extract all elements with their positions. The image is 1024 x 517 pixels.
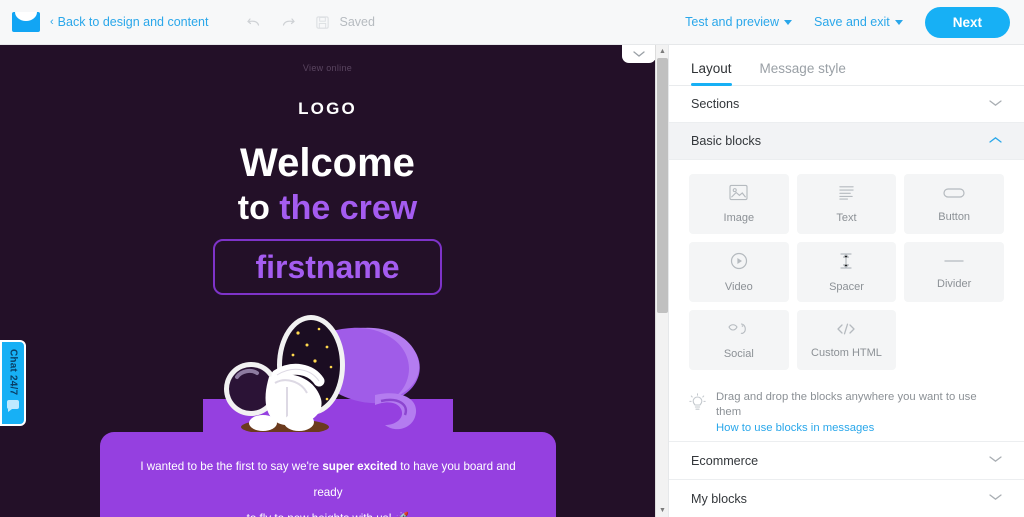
scrollbar-thumb[interactable] [657, 58, 668, 313]
vertical-spacer-icon [838, 252, 854, 275]
button-pill-icon [943, 186, 965, 205]
redo-arrow-icon[interactable] [278, 12, 298, 32]
chevron-down-icon [632, 51, 645, 57]
body-line-2: to fly to new heights with us! 🚀 [128, 506, 528, 517]
save-status-group: Saved [312, 12, 375, 32]
body-line-1-a: I wanted to be the first to say we're [140, 460, 323, 473]
email-preview-canvas[interactable]: View online LOGO Welcome to the crew fir… [0, 45, 655, 517]
accordion-basic-blocks[interactable]: Basic blocks [669, 123, 1024, 160]
tab-message-style[interactable]: Message style [760, 61, 846, 85]
email-content: View online LOGO Welcome to the crew fir… [0, 45, 655, 453]
play-circle-icon [730, 252, 748, 275]
save-status-label: Saved [339, 15, 375, 29]
collapse-panel-toggle[interactable] [621, 45, 655, 63]
accordion-my-blocks[interactable]: My blocks [669, 479, 1024, 517]
block-text-label: Text [836, 212, 857, 224]
chat-tab-label: Chat 24/7 [7, 349, 19, 396]
chevron-down-icon [894, 19, 903, 25]
code-brackets-icon [835, 322, 857, 341]
block-spacer-label: Spacer [829, 280, 864, 293]
headline-plain-part: to [237, 189, 280, 227]
mail-envelope-icon[interactable] [12, 12, 40, 32]
accordion-basic-blocks-label: Basic blocks [691, 134, 761, 148]
accordion-sections[interactable]: Sections [669, 86, 1024, 123]
block-spacer[interactable]: Spacer [796, 242, 897, 302]
chat-bubble-icon [7, 400, 19, 413]
scroll-down-arrow-icon[interactable]: ▼ [656, 504, 669, 517]
block-divider-label: Divider [937, 278, 972, 290]
block-image[interactable]: Image [689, 174, 789, 234]
back-chevron-icon: ‹ [50, 16, 54, 28]
right-sidebar-panel: Layout Message style Sections Basic bloc… [668, 45, 1024, 517]
history-tools: Saved [244, 12, 375, 32]
scroll-up-arrow-icon[interactable]: ▲ [656, 45, 669, 58]
save-and-exit-button[interactable]: Save and exit [814, 15, 903, 29]
accordion-ecommerce[interactable]: Ecommerce [669, 441, 1024, 479]
panel-tabs: Layout Message style [669, 45, 1024, 86]
how-to-use-blocks-link[interactable]: How to use blocks in messages [716, 420, 1004, 436]
block-text[interactable]: Text [796, 174, 897, 234]
next-button[interactable]: Next [924, 6, 1010, 38]
block-custom-html-label: Custom HTML [811, 346, 882, 359]
chat-24-7-tab[interactable]: Chat 24/7 [0, 340, 26, 426]
accordion-ecommerce-label: Ecommerce [691, 453, 759, 468]
undo-arrow-icon[interactable] [244, 12, 264, 32]
body-line-1-bold: super excited [322, 460, 398, 473]
social-birds-icon [727, 321, 751, 342]
test-and-preview-label: Test and preview [685, 15, 779, 29]
basic-blocks-grid: Image Text Button Video Spacer Divider S… [669, 160, 1024, 370]
back-to-design-and-content-link[interactable]: ‹ Back to design and content [50, 15, 208, 29]
block-button-label: Button [938, 210, 971, 223]
headline-welcome[interactable]: Welcome [0, 141, 655, 185]
blocks-hint-texts: Drag and drop the blocks anywhere you wa… [716, 390, 1004, 436]
lightbulb-icon [689, 393, 706, 417]
body-line-1: I wanted to be the first to say we're su… [128, 454, 528, 506]
blocks-hint-text: Drag and drop the blocks anywhere you wa… [716, 391, 977, 418]
blocks-hint: Drag and drop the blocks anywhere you wa… [689, 390, 1004, 436]
email-logo[interactable]: LOGO [0, 99, 655, 119]
email-editor-app: ‹ Back to design and content Saved Test … [0, 0, 1024, 517]
block-social-label: Social [723, 347, 754, 360]
save-and-exit-label: Save and exit [813, 15, 890, 29]
bottom-accordions: Ecommerce My blocks [669, 441, 1024, 517]
back-link-label: Back to design and content [57, 15, 209, 29]
block-social[interactable]: Social [689, 310, 789, 370]
chevron-up-icon [989, 136, 1002, 147]
chevron-down-icon [989, 99, 1002, 110]
tab-layout[interactable]: Layout [691, 61, 732, 86]
chevron-down-icon [989, 455, 1002, 466]
test-and-preview-button[interactable]: Test and preview [685, 15, 792, 29]
horizontal-line-icon [943, 254, 965, 272]
top-right-actions: Test and preview Save and exit Next [685, 6, 1024, 38]
block-video-label: Video [724, 280, 753, 293]
email-body-text-block[interactable]: I wanted to be the first to say we're su… [100, 432, 556, 517]
headline-to-the-crew[interactable]: to the crew [0, 187, 655, 229]
headline-accent-part: the crew [279, 189, 418, 227]
accordion-sections-label: Sections [691, 97, 740, 111]
chevron-down-icon [783, 19, 792, 25]
chevron-down-icon [989, 493, 1002, 504]
canvas-scrollbar[interactable]: ▲ ▼ [655, 45, 668, 517]
block-divider[interactable]: Divider [904, 242, 1004, 302]
image-icon [729, 184, 748, 206]
firstname-merge-tag[interactable]: firstname [213, 239, 442, 295]
top-toolbar: ‹ Back to design and content Saved Test … [0, 0, 1024, 45]
astronaut-with-spilled-bucket-of-stars [0, 303, 655, 453]
text-lines-icon [837, 184, 856, 206]
block-custom-html[interactable]: Custom HTML [796, 310, 897, 370]
floppy-disk-icon[interactable] [312, 12, 332, 32]
block-video[interactable]: Video [689, 242, 789, 302]
view-online-link[interactable]: View online [0, 63, 655, 73]
accordion-my-blocks-label: My blocks [691, 491, 747, 506]
block-image-label: Image [723, 212, 755, 224]
block-button[interactable]: Button [904, 174, 1004, 234]
